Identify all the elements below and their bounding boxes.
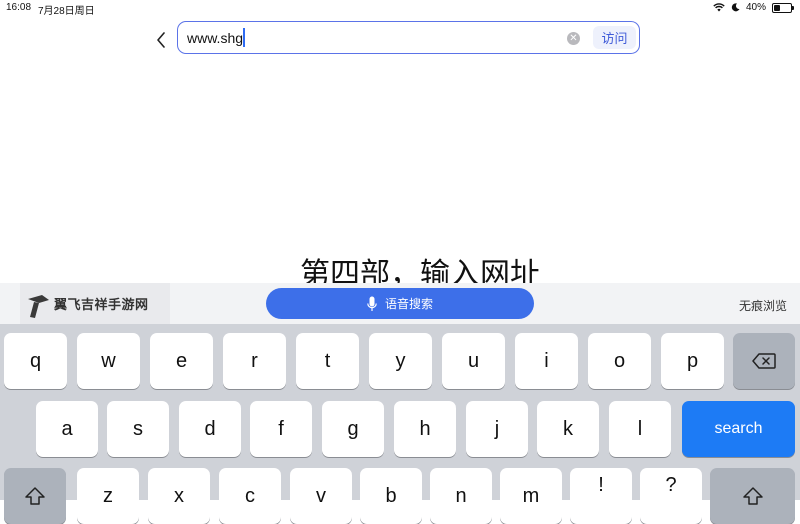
key-r[interactable]: r <box>223 333 286 389</box>
key-z[interactable]: z <box>77 468 139 524</box>
key-t[interactable]: t <box>296 333 359 389</box>
key-a[interactable]: a <box>36 401 98 457</box>
battery-fill <box>774 4 780 11</box>
clear-icon[interactable]: ✕ <box>567 32 580 45</box>
key-u[interactable]: u <box>442 333 505 389</box>
watermark-text: 翼飞吉祥手游网 <box>54 298 149 313</box>
key-v[interactable]: v <box>290 468 352 524</box>
battery-percent: 40% <box>745 2 766 13</box>
shift-key-left[interactable] <box>4 468 66 524</box>
visit-button[interactable]: 访问 <box>593 26 636 49</box>
status-time: 16:08 <box>6 2 32 13</box>
voice-search-button[interactable]: 语音搜索 <box>266 288 534 319</box>
shift-icon <box>742 487 763 505</box>
shift-key-right[interactable] <box>710 468 795 524</box>
microphone-icon <box>367 296 377 311</box>
battery-icon <box>772 2 794 13</box>
key-q[interactable]: q <box>4 333 67 389</box>
key-w[interactable]: w <box>77 333 140 389</box>
back-button[interactable] <box>150 27 172 53</box>
key-y[interactable]: y <box>369 333 432 389</box>
key-d[interactable]: d <box>179 401 241 457</box>
key-e[interactable]: e <box>150 333 213 389</box>
backspace-key[interactable] <box>733 333 795 389</box>
key-s[interactable]: s <box>107 401 169 457</box>
watermark: 翼飞吉祥手游网 <box>20 283 170 329</box>
key-h[interactable]: h <box>394 401 456 457</box>
key-g[interactable]: g <box>322 401 384 457</box>
key-c[interactable]: c <box>219 468 281 524</box>
key-x[interactable]: x <box>148 468 210 524</box>
incognito-button[interactable]: 无痕浏览 <box>739 297 787 314</box>
voice-search-label: 语音搜索 <box>384 297 433 311</box>
status-indicators: 40% <box>713 2 794 13</box>
moon-icon <box>731 3 740 12</box>
address-bar[interactable]: ✕ 访问 <box>177 21 640 54</box>
key-exclamation[interactable]: ! <box>570 468 632 524</box>
key-f[interactable]: f <box>250 401 312 457</box>
search-key[interactable]: search <box>682 401 795 457</box>
status-date: 7月28日周日 <box>38 6 95 17</box>
status-bar: 16:08 7月28日周日 40% <box>0 0 800 17</box>
key-l[interactable]: l <box>609 401 671 457</box>
key-p[interactable]: p <box>661 333 724 389</box>
key-b[interactable]: b <box>360 468 422 524</box>
chevron-left-icon <box>157 32 165 48</box>
key-o[interactable]: o <box>588 333 651 389</box>
shift-icon <box>25 487 45 505</box>
key-i[interactable]: i <box>515 333 578 389</box>
key-question[interactable]: ? <box>640 468 702 524</box>
backspace-icon <box>752 353 776 369</box>
url-input[interactable] <box>187 29 547 47</box>
keyboard: q w e r t y u i o p a s d f g h j k l se… <box>0 324 800 524</box>
key-k[interactable]: k <box>537 401 599 457</box>
text-caret <box>243 28 245 47</box>
wifi-icon <box>713 3 725 12</box>
key-m[interactable]: m <box>500 468 562 524</box>
key-j[interactable]: j <box>466 401 528 457</box>
watermark-logo-icon <box>28 295 49 318</box>
key-n[interactable]: n <box>430 468 492 524</box>
